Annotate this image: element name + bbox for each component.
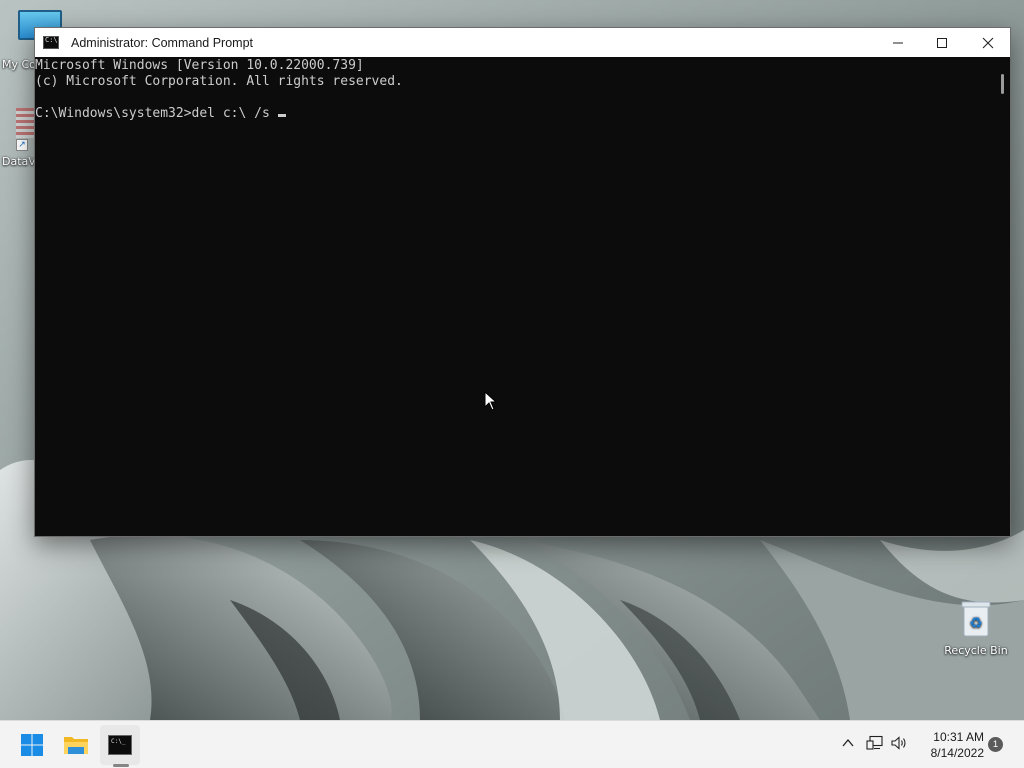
start-button[interactable] (12, 725, 52, 765)
desktop-icon-label: My Co (2, 58, 36, 71)
shortcut-arrow-icon: ↗ (16, 139, 28, 151)
scrollbar-thumb[interactable] (1001, 74, 1004, 94)
minimize-icon (893, 42, 903, 43)
network-icon (866, 735, 883, 750)
mouse-pointer-icon (484, 391, 498, 411)
desktop-icon-label: Recycle Bin (944, 644, 1008, 657)
console-command: C:\Windows\system32>del c:\ /s (35, 106, 278, 121)
svg-text:♻: ♻ (969, 614, 982, 632)
taskbar-clock[interactable]: 10:31 AM 8/14/2022 (914, 729, 984, 761)
folder-icon (64, 737, 88, 754)
console-line: (c) Microsoft Corporation. All rights re… (35, 74, 403, 89)
maximize-button[interactable] (919, 28, 965, 57)
desktop-icon-label: DataV (2, 155, 36, 168)
active-app-indicator (113, 764, 129, 767)
terminal-icon: C:\_ (108, 735, 132, 755)
cmd-app-icon[interactable] (43, 36, 59, 49)
maximize-icon (937, 37, 947, 48)
windows-logo-icon (21, 734, 43, 756)
command-prompt-window[interactable]: Administrator: Command Prompt Microsoft … (34, 27, 1011, 537)
notification-center-badge[interactable]: 1 (988, 737, 1003, 752)
command-prompt-taskbar-button[interactable]: C:\_ (100, 725, 140, 765)
document-icon (16, 108, 36, 138)
chevron-up-icon (842, 738, 854, 747)
taskbar: C:\_ 10:31 AM 8/14/2022 (0, 720, 1024, 768)
close-icon (982, 37, 994, 48)
console-line: ​ (35, 90, 994, 106)
recycle-bin-icon: ♻ (958, 598, 994, 638)
clock-time: 10:31 AM (933, 730, 984, 744)
volume-button[interactable] (890, 735, 908, 751)
close-button[interactable] (965, 28, 1011, 57)
svg-text:C:\_: C:\_ (111, 738, 126, 745)
file-explorer-button[interactable] (56, 725, 96, 765)
desktop-icon-recycle-bin[interactable]: ♻ Recycle Bin (944, 598, 1008, 657)
show-hidden-icons-button[interactable] (840, 735, 856, 751)
console-output[interactable]: Microsoft Windows [Version 10.0.22000.73… (35, 57, 994, 536)
network-button[interactable] (866, 735, 884, 751)
console-prompt-line[interactable]: C:\Windows\system32>del c:\ /s (35, 106, 994, 122)
text-cursor (277, 114, 286, 117)
clock-date: 8/14/2022 (930, 746, 984, 760)
window-title: Administrator: Command Prompt (71, 35, 254, 50)
window-titlebar[interactable]: Administrator: Command Prompt (35, 28, 1010, 57)
vertical-scrollbar[interactable] (994, 57, 1010, 536)
minimize-button[interactable] (875, 28, 921, 57)
console-line: Microsoft Windows [Version 10.0.22000.73… (35, 58, 364, 73)
speaker-icon (891, 736, 906, 750)
